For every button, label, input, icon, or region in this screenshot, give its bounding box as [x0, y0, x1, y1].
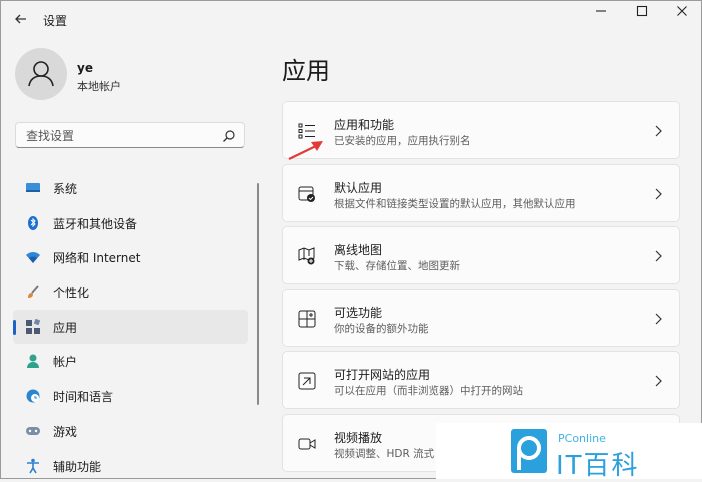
card-offline-maps[interactable]: 离线地图 下载、存储位置、地图更新	[282, 226, 680, 285]
card-title: 应用和功能	[334, 118, 395, 132]
sidebar-item-personalization[interactable]: 个性化	[13, 275, 248, 310]
card-apps-for-websites[interactable]: 可打开网站的应用 可以在应用（而非浏览器）中打开的网站	[282, 351, 680, 410]
user-account-type: 本地帐户	[77, 80, 121, 93]
sidebar-nav: 系统 蓝牙和其他设备 网络和 Internet 个性化 应用 帐户 时间和语言 …	[13, 171, 248, 479]
minimize-icon[interactable]	[586, 3, 616, 27]
sidebar-item-time-language[interactable]: 时间和语言	[13, 379, 248, 414]
sidebar-scrollbar[interactable]	[257, 183, 259, 405]
active-indicator	[13, 319, 16, 335]
chevron-right-icon	[653, 248, 663, 262]
sidebar-item-label: 蓝牙和其他设备	[53, 216, 138, 231]
search-input[interactable]	[24, 126, 218, 146]
sidebar-item-accounts[interactable]: 帐户	[13, 344, 248, 379]
user-avatar-icon[interactable]	[15, 48, 67, 100]
card-title: 视频播放	[334, 430, 383, 445]
sidebar-item-label: 游戏	[53, 424, 78, 439]
title-bar: 设置	[1, 1, 701, 41]
chevron-right-icon	[653, 123, 663, 137]
card-apps-features[interactable]: 应用和功能 已安装的应用，应用执行别名	[282, 101, 680, 159]
sidebar-item-gaming[interactable]: 游戏	[13, 414, 248, 449]
apps-icon	[25, 318, 41, 335]
system-icon	[25, 180, 41, 196]
sidebar-item-label: 辅助功能	[53, 459, 102, 474]
sidebar-item-label: 应用	[53, 320, 78, 335]
pconline-logo-icon	[510, 428, 548, 474]
gamepad-icon	[25, 423, 41, 439]
clock-globe-icon	[25, 388, 41, 404]
settings-window: 设置 ye 本地帐户 系统	[0, 0, 702, 479]
user-name: ye	[77, 61, 93, 75]
optional-features-icon	[298, 310, 316, 328]
card-optional-features[interactable]: 可选功能 你的设备的额外功能	[282, 288, 680, 347]
accessibility-icon	[25, 458, 41, 474]
search-icon[interactable]	[222, 128, 236, 142]
offline-map-icon	[298, 247, 316, 265]
card-default-apps[interactable]: 默认应用 根据文件和链接类型设置的默认应用，其他默认应用	[282, 163, 680, 222]
watermark: PConline IT百科	[436, 423, 702, 481]
open-website-icon	[298, 372, 316, 390]
card-description: 下载、存储位置、地图更新	[334, 260, 460, 273]
sidebar-item-network[interactable]: 网络和 Internet	[13, 240, 248, 275]
sidebar-item-accessibility[interactable]: 辅助功能	[13, 449, 248, 479]
sidebar-item-label: 系统	[53, 182, 78, 196]
sidebar-item-system[interactable]: 系统	[13, 171, 248, 206]
card-title: 默认应用	[334, 180, 383, 195]
wifi-icon	[25, 249, 41, 265]
video-playback-icon	[298, 435, 316, 453]
card-title: 离线地图	[334, 243, 383, 258]
settings-card-list: 应用和功能 已安装的应用，应用执行别名 默认应用 根据文件和链接类型设置的默认应…	[282, 101, 680, 477]
card-title: 可选功能	[334, 305, 383, 320]
brush-icon	[25, 284, 41, 300]
sidebar-item-label: 时间和语言	[53, 390, 114, 405]
watermark-text: IT百科	[556, 451, 640, 481]
sidebar-item-bluetooth[interactable]: 蓝牙和其他设备	[13, 206, 248, 241]
back-arrow-icon[interactable]	[11, 11, 31, 31]
annotation-arrow-icon	[287, 136, 327, 168]
card-title: 可打开网站的应用	[334, 368, 431, 383]
window-title: 设置	[43, 14, 68, 28]
account-icon	[25, 353, 41, 369]
watermark-brand: PConline	[558, 432, 606, 445]
page-title: 应用	[282, 57, 330, 85]
chevron-right-icon	[653, 311, 663, 325]
chevron-right-icon	[653, 186, 663, 200]
search-box[interactable]	[15, 122, 245, 148]
card-description: 根据文件和链接类型设置的默认应用，其他默认应用	[334, 197, 576, 210]
card-description: 视频调整、HDR 流式	[334, 447, 435, 460]
card-description: 你的设备的额外功能	[334, 322, 429, 335]
bluetooth-icon	[25, 215, 41, 231]
sidebar-item-label: 帐户	[53, 355, 78, 370]
sidebar-item-label: 网络和 Internet	[53, 251, 141, 266]
sidebar-item-apps[interactable]: 应用	[13, 309, 248, 345]
default-apps-icon	[298, 185, 316, 203]
card-description: 可以在应用（而非浏览器）中打开的网站	[334, 385, 523, 398]
close-icon[interactable]	[667, 3, 697, 27]
sidebar-item-label: 个性化	[53, 286, 90, 301]
maximize-icon[interactable]	[627, 3, 657, 27]
chevron-right-icon	[653, 373, 663, 387]
card-description: 已安装的应用，应用执行别名	[334, 135, 471, 147]
